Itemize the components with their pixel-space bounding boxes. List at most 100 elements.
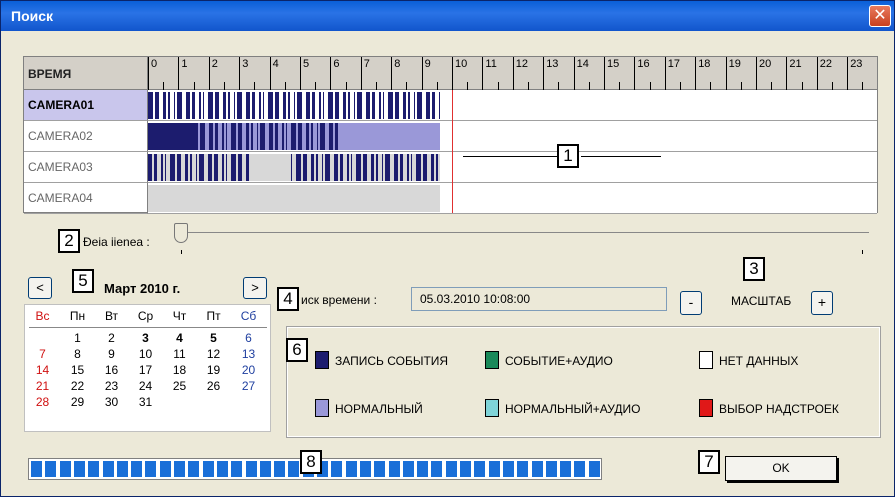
time-column-header: ВРЕМЯ [24,57,148,90]
time-cursor[interactable] [452,90,453,213]
calendar-day[interactable]: 7 [27,347,58,361]
prev-month-button[interactable]: < [28,277,52,299]
half-hour-tick [406,82,408,90]
event-segment [328,123,333,150]
zoom-out-button[interactable]: - [680,291,702,315]
calendar-day[interactable]: 26 [198,379,229,393]
legend-swatch [485,351,499,369]
progress-segment [259,461,271,477]
progress-segment [359,461,371,477]
progress-segment [102,461,114,477]
calendar-day[interactable]: 31 [130,395,161,409]
event-segment [148,92,153,119]
legend-label: НОРМАЛЬНЫЙ+АУДИО [505,402,641,416]
calendar-day[interactable]: 21 [27,379,58,393]
calendar-day[interactable]: 28 [27,395,58,409]
event-segment [333,154,338,181]
progress-segment [231,461,243,477]
event-segment [199,123,205,150]
close-button[interactable]: ✕ [869,5,891,27]
weekday-header: Сб [240,309,257,323]
event-segment [403,92,406,119]
search-time-field[interactable]: 05.03.2010 10:08:00 [411,287,667,311]
progress-segment [545,461,557,477]
calendar-day[interactable]: 10 [130,347,161,361]
zoom-in-button[interactable]: + [811,291,833,315]
calendar-day[interactable]: 27 [233,379,264,393]
event-segment [177,92,182,119]
slider-tick [862,250,863,254]
event-segment [295,154,301,181]
speed-slider-track[interactable] [183,232,869,233]
calendar-day[interactable]: 6 [233,331,264,345]
calendar-day[interactable]: 14 [27,363,58,377]
progress-segment [531,461,543,477]
camera-label[interactable]: CAMERA04 [24,183,148,214]
calendar[interactable]: Вс Пн Вт Ср Чт Пт Сб 1 2 3 4 5 6 7 8 9 10 11 12 13 14 15 16 17 1… [24,304,271,432]
calendar-day[interactable]: 5 [198,331,229,345]
calendar-day[interactable]: 11 [164,347,195,361]
ok-button[interactable]: OK [725,456,837,481]
calendar-day[interactable]: 2 [96,331,127,345]
calendar-day[interactable]: 8 [62,347,93,361]
calendar-day[interactable]: 19 [198,363,229,377]
half-hour-tick [680,82,681,90]
progress-segment [431,461,443,477]
half-hour-tick [345,82,347,90]
camera-label[interactable]: CAMERA02 [24,121,148,152]
event-segment [395,92,399,119]
calendar-day[interactable]: 1 [62,331,93,345]
event-segment [435,154,438,181]
half-hour-tick [832,82,833,90]
camera-track[interactable] [148,90,877,121]
calendar-day[interactable]: 4 [164,331,195,345]
weekday-header: Ср [137,309,154,323]
half-hour-tick [163,82,165,90]
calendar-day[interactable]: 30 [96,395,127,409]
calendar-day[interactable]: 23 [96,379,127,393]
speed-slider-knob[interactable] [174,223,188,243]
progress-segment [402,461,414,477]
calendar-day[interactable]: 12 [198,347,229,361]
timeline-grid[interactable]: ВРЕМЯ 0 1 2 3 4 5 6 7 8 9 10 11 12 13 14 15 16 17 18 19 20 21… [23,56,878,214]
event-segment [319,123,325,150]
event-segment [225,154,227,181]
event-segment [399,154,403,181]
calendar-day[interactable]: 18 [164,363,195,377]
calendar-day[interactable]: 13 [233,347,264,361]
event-segment [410,154,412,181]
event-segment [186,92,190,119]
camera-track[interactable] [148,121,877,152]
next-month-button[interactable]: > [243,277,267,299]
callout-line [581,156,661,157]
event-segment [350,154,352,181]
event-segment [163,92,166,119]
event-segment [252,92,255,119]
calendar-day[interactable]: 20 [233,363,264,377]
calendar-day[interactable]: 17 [130,363,161,377]
calendar-day[interactable]: 9 [96,347,127,361]
half-hour-tick [315,82,317,90]
calendar-day[interactable]: 24 [130,379,161,393]
event-segment [274,123,278,150]
calendar-day[interactable]: 29 [62,395,93,409]
calendar-day[interactable]: 3 [130,331,161,345]
event-segment [208,92,213,119]
calendar-day[interactable]: 15 [62,363,93,377]
event-segment [259,92,261,119]
calendar-day[interactable]: 25 [164,379,195,393]
weekday-header: Пн [69,309,86,323]
event-segment [199,154,204,181]
camera-label[interactable]: CAMERA03 [24,152,148,183]
calendar-day[interactable]: 22 [62,379,93,393]
camera-track[interactable] [148,183,877,214]
legend-swatch [485,399,499,417]
event-segment [154,154,157,181]
calendar-day[interactable]: 16 [96,363,127,377]
event-segment [230,123,236,150]
search-time-label: иск времени : [301,293,377,307]
event-segment [343,92,346,119]
event-segment [281,123,284,150]
camera-label[interactable]: CAMERA01 [24,90,148,121]
progress-segment [145,461,157,477]
